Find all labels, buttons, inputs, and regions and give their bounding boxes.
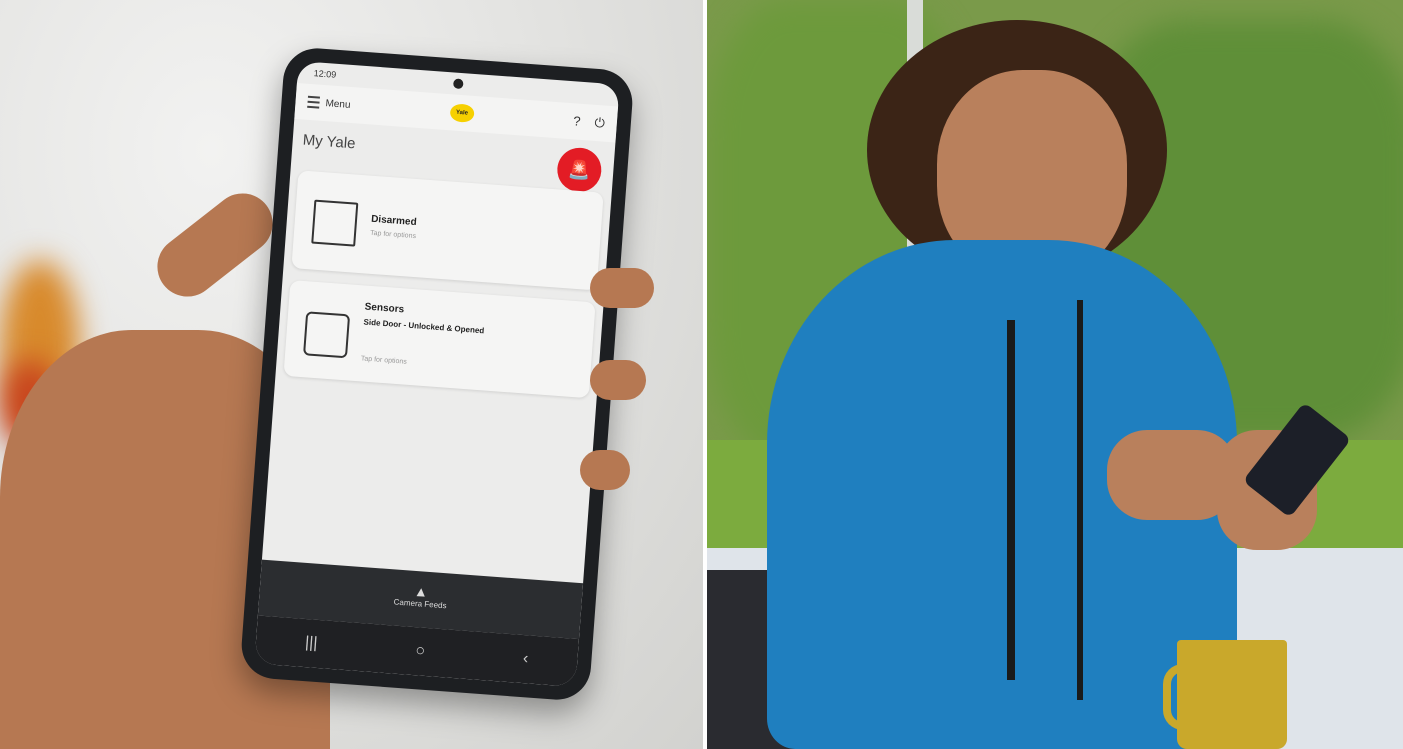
phone-screen: 12:09 Menu Yale ? ⏻ My Yale 🚨 Disarmed T… — [254, 61, 620, 687]
menu-button[interactable]: Menu — [307, 95, 351, 111]
finger-3 — [580, 450, 630, 490]
back-icon[interactable]: ‹ — [522, 650, 529, 668]
recents-icon[interactable]: ||| — [304, 634, 318, 653]
disarmed-title: Disarmed — [370, 213, 418, 229]
smartphone: 12:09 Menu Yale ? ⏻ My Yale 🚨 Disarmed T… — [239, 46, 635, 702]
help-icon[interactable]: ? — [573, 113, 581, 129]
menu-label: Menu — [325, 97, 351, 111]
yale-logo: Yale — [449, 103, 475, 123]
sensors-title: Sensors — [364, 301, 405, 316]
photo-woman-with-phone — [707, 0, 1403, 749]
finger-1 — [590, 268, 654, 308]
thumb — [145, 181, 285, 309]
sensors-card[interactable]: Sensors Side Door - Unlocked & Opened Ta… — [283, 280, 596, 399]
sensors-detail: Side Door - Unlocked & Opened — [363, 317, 485, 336]
siren-icon: 🚨 — [567, 158, 592, 181]
status-time: 12:09 — [313, 68, 337, 80]
yellow-mug — [1177, 640, 1287, 749]
sensor-icon — [303, 311, 351, 359]
disarmed-subtitle: Tap for options — [369, 229, 417, 241]
home-icon[interactable]: ○ — [415, 642, 426, 661]
power-icon[interactable]: ⏻ — [594, 115, 605, 132]
finger-2 — [590, 360, 646, 400]
hoodie-drawstring-left — [1007, 320, 1015, 680]
hamburger-icon — [307, 95, 320, 109]
photo-hand-with-phone: 12:09 Menu Yale ? ⏻ My Yale 🚨 Disarmed T… — [0, 0, 703, 749]
hoodie-drawstring-right — [1077, 300, 1083, 700]
sensors-subtitle: Tap for options — [360, 355, 407, 366]
house-icon — [311, 199, 359, 247]
disarmed-card[interactable]: Disarmed Tap for options — [291, 170, 604, 291]
